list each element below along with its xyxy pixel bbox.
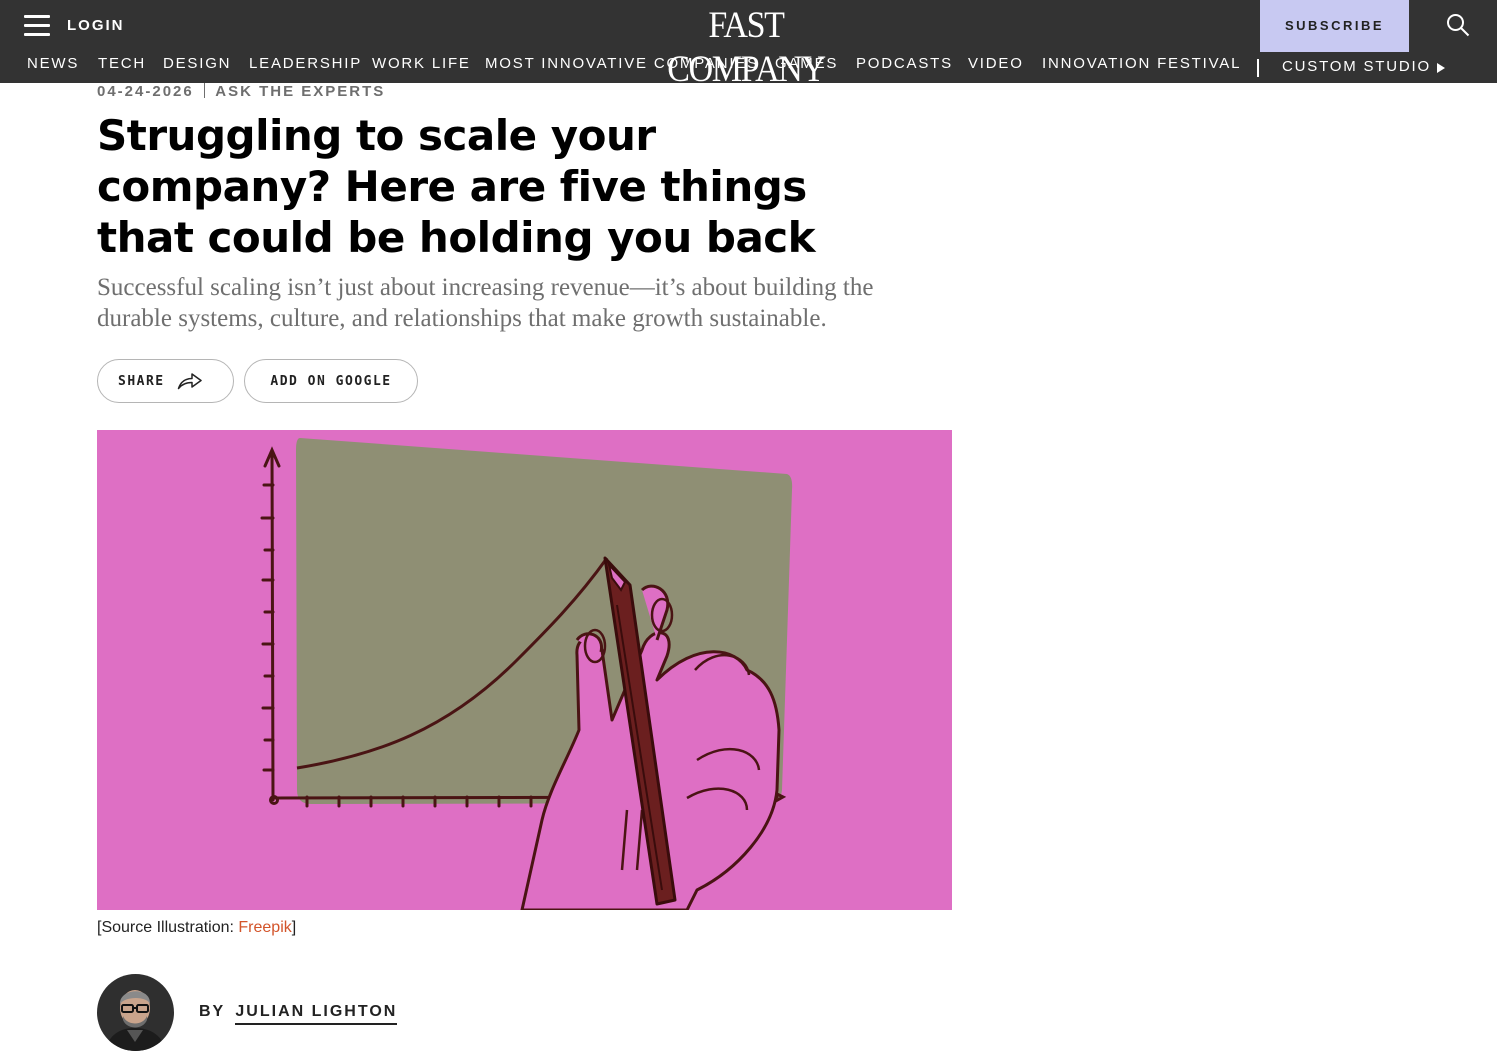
nav-item-news[interactable]: NEWS [27,54,79,74]
share-label: SHARE [118,373,165,389]
play-arrow-icon[interactable] [1437,63,1445,73]
subscribe-button[interactable]: SUBSCRIBE [1260,0,1409,52]
hero-illustration [97,430,952,910]
add-on-google-button[interactable]: ADD ON GOOGLE [244,359,418,403]
site-header: LOGIN FAST COMPANY SUBSCRIBE NEWS TECH D… [0,0,1497,90]
article-category-link[interactable]: ASK THE EXPERTS [215,83,385,100]
article-date: 04-24-2026 [97,83,194,100]
byline-prefix: BY [199,1003,225,1020]
hamburger-menu-icon[interactable] [24,15,50,37]
nav-item-custom-studio[interactable]: CUSTOM STUDIO [1282,57,1431,77]
nav-item-most-innovative-companies[interactable]: MOST INNOVATIVE COMPANIES [485,54,759,74]
share-button[interactable]: SHARE [97,359,234,403]
fast-company-logo[interactable]: FAST COMPANY [648,4,843,92]
main-nav: NEWS TECH DESIGN LEADERSHIP WORK LIFE MO… [0,54,1497,78]
freepik-link[interactable]: Freepik [238,919,291,936]
nav-item-games[interactable]: GAMES [775,54,838,74]
nav-item-innovation-festival[interactable]: INNOVATION FESTIVAL [1042,54,1241,74]
image-caption: [Source Illustration: Freepik] [97,919,296,937]
search-icon[interactable] [1446,13,1470,37]
share-arrow-icon [177,373,202,390]
nav-item-design[interactable]: DESIGN [163,54,231,74]
nav-item-podcasts[interactable]: PODCASTS [856,54,953,74]
login-link[interactable]: LOGIN [67,17,125,34]
author-link[interactable]: JULIAN LIGHTON [235,1003,398,1025]
nav-item-video[interactable]: VIDEO [968,54,1024,74]
byline: BY JULIAN LIGHTON [199,1003,398,1025]
add-on-google-label: ADD ON GOOGLE [270,373,392,389]
article-meta: 04-24-2026 ASK THE EXPERTS [97,83,385,100]
caption-suffix: ] [291,919,297,936]
article-headline: Struggling to scale your company? Here a… [97,111,816,262]
author-avatar[interactable] [97,974,174,1051]
nav-item-leadership[interactable]: LEADERSHIP [249,54,362,74]
meta-divider [203,83,206,98]
nav-divider [1257,59,1259,77]
nav-item-work-life[interactable]: WORK LIFE [372,54,471,74]
article-dek: Successful scaling isn’t just about incr… [97,274,874,332]
nav-item-tech[interactable]: TECH [98,54,146,74]
caption-prefix: [Source Illustration: [97,919,239,936]
